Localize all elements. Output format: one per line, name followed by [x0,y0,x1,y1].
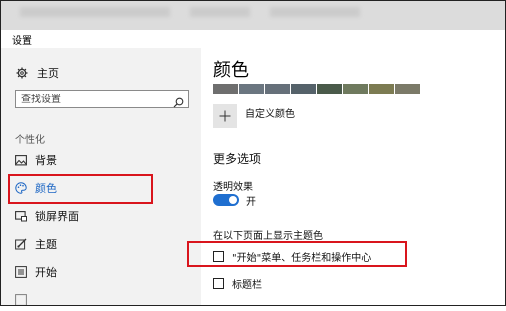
screenshot-border [0,0,506,306]
